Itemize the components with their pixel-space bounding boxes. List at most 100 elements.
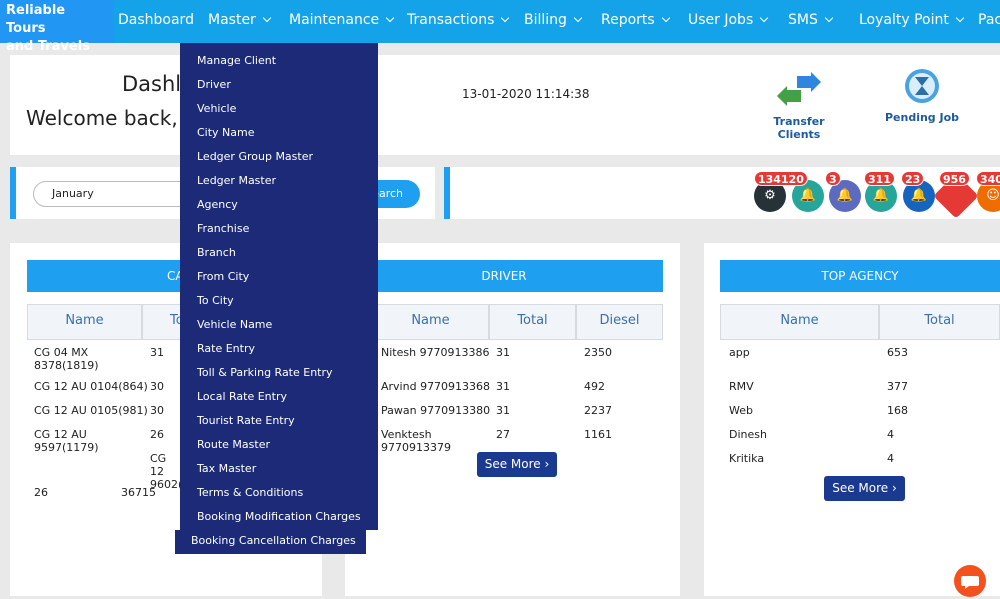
nav-user-jobs[interactable]: User Jobs: [688, 0, 769, 43]
nav-billing[interactable]: Billing: [524, 0, 583, 43]
notification-count-badge: 134120: [754, 171, 808, 186]
menu-item-rate-entry[interactable]: Rate Entry: [197, 342, 255, 355]
car-row-name: CG 12 AU 9597(1179): [34, 428, 99, 454]
notification-count-badge: 340: [976, 171, 1000, 186]
menu-item-ledger-master[interactable]: Ledger Master: [197, 174, 276, 187]
menu-item-toll-parking-rate-entry[interactable]: Toll & Parking Rate Entry: [197, 366, 333, 379]
agency-row-total: 377: [887, 380, 908, 393]
menu-item-local-rate-entry[interactable]: Local Rate Entry: [197, 390, 287, 403]
menu-item-terms-conditions[interactable]: Terms & Conditions: [197, 486, 303, 499]
car-row-name: CG 12 AU 0104(864): [34, 380, 148, 393]
driver-col-name: Name: [372, 304, 489, 340]
chevron-down-icon: [262, 13, 272, 23]
menu-item-tourist-rate-entry[interactable]: Tourist Rate Entry: [197, 414, 295, 427]
menu-item-booking-cancellation-charges[interactable]: Booking Cancellation Charges: [175, 530, 366, 554]
driver-row-total: 31: [496, 404, 510, 417]
chat-button[interactable]: [954, 565, 986, 597]
transfer-clients-button[interactable]: Transfer Clients: [752, 72, 846, 141]
nav-transactions[interactable]: Transactions: [407, 0, 510, 43]
chevron-down-icon: [661, 13, 670, 23]
driver-row-diesel: 2350: [584, 346, 612, 359]
nav-packages[interactable]: Pac: [978, 0, 1000, 43]
menu-item-franchise[interactable]: Franchise: [197, 222, 249, 235]
chevron-down-icon: [573, 13, 583, 23]
car-row-total: 30: [150, 380, 164, 393]
menu-item-ledger-group-master[interactable]: Ledger Group Master: [197, 150, 313, 163]
driver-card-title: DRIVER: [345, 260, 663, 292]
brand-logo[interactable]: Reliable Tours and Travels: [0, 0, 114, 54]
menu-item-agency[interactable]: Agency: [197, 198, 238, 211]
agency-row-total: 653: [887, 346, 908, 359]
chevron-down-icon: [955, 13, 965, 23]
menu-item-manage-client[interactable]: Manage Client: [197, 54, 276, 67]
driver-card: [345, 243, 680, 596]
driver-row-name: Venktesh 9770913379: [381, 428, 451, 454]
menu-item-booking-modification-charges[interactable]: Booking Modification Charges: [197, 510, 361, 523]
car-total-sum: 36715: [121, 486, 156, 499]
transfer-arrows-icon: [777, 72, 821, 106]
car-row-total: 30: [150, 404, 164, 417]
driver-see-more-button[interactable]: See More ›: [477, 452, 557, 477]
menu-item-from-city[interactable]: From City: [197, 270, 249, 283]
driver-col-diesel: Diesel: [576, 304, 663, 340]
menu-item-to-city[interactable]: To City: [197, 294, 234, 307]
driver-row-total: 27: [496, 428, 510, 441]
agency-row-name: Kritika: [729, 452, 765, 465]
agency-row-name: RMV: [729, 380, 754, 393]
notification-count-badge: 23: [901, 171, 925, 186]
agency-row-name: Web: [729, 404, 753, 417]
welcome-message: Welcome back, a: [26, 106, 196, 130]
agency-col-total: Total: [879, 304, 1000, 340]
driver-row-name: Pawan 9770913380: [381, 404, 491, 417]
menu-item-driver[interactable]: Driver: [197, 78, 231, 91]
car-row-name: CG 04 MX 8378(1819): [34, 346, 99, 372]
brand-line-1: Reliable Tours: [6, 3, 66, 36]
menu-item-route-master[interactable]: Route Master: [197, 438, 270, 451]
agency-row-total: 4: [887, 452, 894, 465]
chat-icon: [961, 576, 979, 589]
month-select[interactable]: January: [33, 181, 193, 207]
agency-see-more-button[interactable]: See More ›: [824, 476, 905, 501]
nav-loyalty-point[interactable]: Loyalty Point: [859, 0, 965, 43]
agency-row-name: Dinesh: [729, 428, 767, 441]
driver-row-diesel: 2237: [584, 404, 612, 417]
driver-row-name: Nitesh 9770913386: [381, 346, 490, 359]
agency-row-total: 168: [887, 404, 908, 417]
dashboard-header-panel: [10, 55, 1000, 155]
hourglass-icon: [905, 69, 939, 103]
chevron-down-icon: [760, 13, 769, 23]
menu-item-tax-master[interactable]: Tax Master: [197, 462, 256, 475]
menu-item-vehicle-name[interactable]: Vehicle Name: [197, 318, 272, 331]
nav-dashboard[interactable]: Dashboard: [118, 0, 194, 43]
car-row-name: CG 12 AU 0105(981): [34, 404, 148, 417]
driver-col-total: Total: [489, 304, 576, 340]
car-total-count: 26: [34, 486, 48, 499]
car-row-total: 31: [150, 346, 164, 359]
driver-row-total: 31: [496, 346, 510, 359]
agency-row-total: 4: [887, 428, 894, 441]
master-dropdown-menu: Manage Client Driver Vehicle City Name L…: [180, 43, 378, 530]
brand-line-2: and Travels: [6, 39, 90, 54]
chevron-down-icon: [385, 13, 395, 23]
menu-item-branch[interactable]: Branch: [197, 246, 236, 259]
nav-maintenance[interactable]: Maintenance: [289, 0, 395, 43]
menu-item-city-name[interactable]: City Name: [197, 126, 255, 139]
chevron-down-icon: [824, 13, 834, 23]
car-row-total: 26: [150, 428, 164, 441]
driver-row-diesel: 1161: [584, 428, 612, 441]
nav-reports[interactable]: Reports: [601, 0, 670, 43]
agency-card: [704, 243, 1000, 596]
notification-count-badge: 311: [864, 171, 895, 186]
agency-row-name: app: [729, 346, 750, 359]
nav-master[interactable]: Master: [208, 0, 272, 43]
current-datetime: 13-01-2020 11:14:38: [462, 87, 590, 101]
agency-col-name: Name: [720, 304, 879, 340]
menu-item-vehicle[interactable]: Vehicle: [197, 102, 236, 115]
pending-job-button[interactable]: Pending Job: [884, 68, 960, 124]
car-col-name: Name: [27, 304, 142, 340]
notification-count-badge: 3: [825, 171, 841, 186]
driver-row-diesel: 492: [584, 380, 605, 393]
nav-sms[interactable]: SMS: [788, 0, 834, 43]
chevron-down-icon: [501, 13, 510, 23]
page-title: Dashl: [122, 72, 182, 96]
